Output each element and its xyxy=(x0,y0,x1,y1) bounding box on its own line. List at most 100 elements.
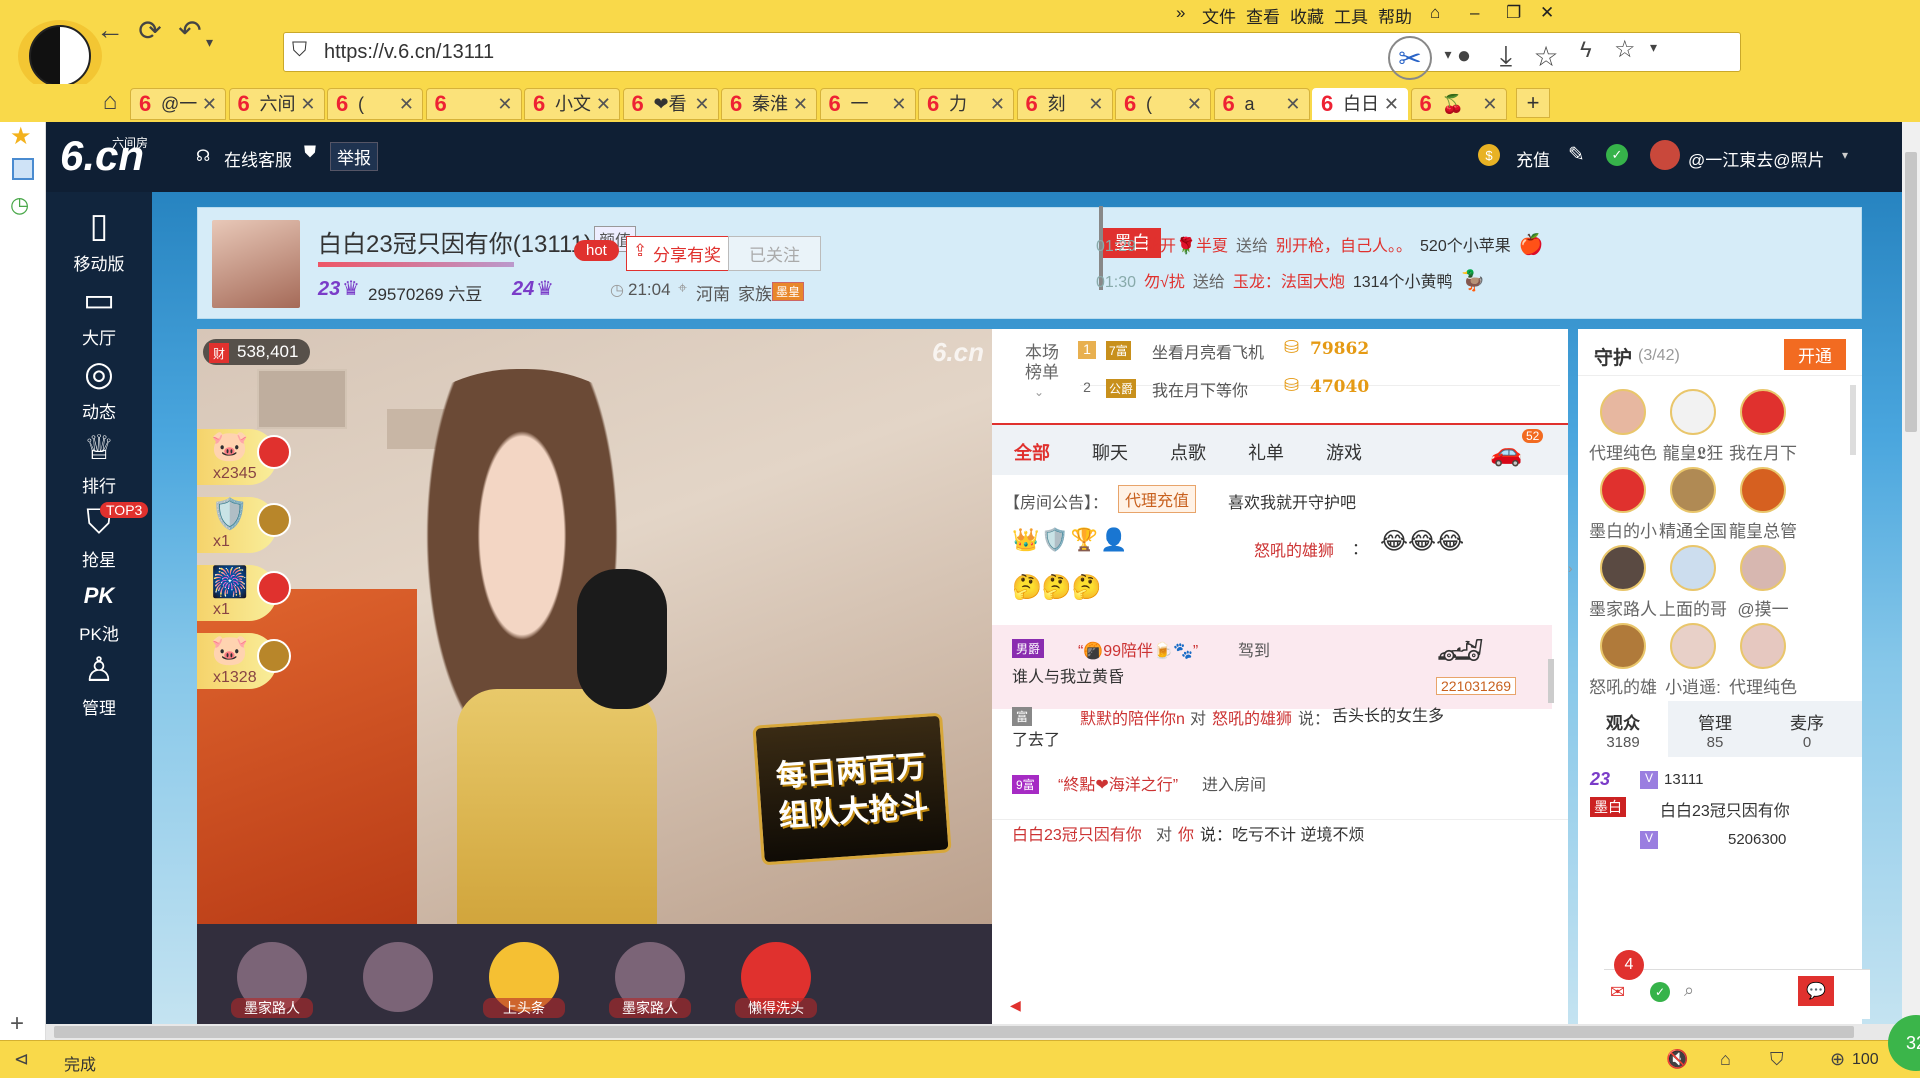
tab-close-icon[interactable]: ✕ xyxy=(1187,89,1202,119)
audience-tab[interactable]: 管理 85 xyxy=(1670,701,1760,757)
guard-avatar[interactable] xyxy=(1600,623,1646,669)
download-icon[interactable]: ⤓ xyxy=(1488,38,1524,74)
check-icon[interactable]: ✓ xyxy=(1650,982,1670,1002)
guard-scrollbar[interactable] xyxy=(1850,385,1856,455)
guard-avatar[interactable] xyxy=(1670,623,1716,669)
guard-avatar[interactable] xyxy=(1670,467,1716,513)
follow-button[interactable]: 已关注 xyxy=(728,236,821,271)
zoom-icon[interactable]: ⌕ xyxy=(1684,980,1694,1001)
tab-close-icon[interactable]: ✕ xyxy=(990,89,1005,119)
browser-tab[interactable]: 6 (✕ xyxy=(1115,88,1211,120)
gift-msg-to[interactable]: 别开枪，自己人。。 xyxy=(1276,238,1412,255)
guard-avatar[interactable] xyxy=(1600,389,1646,435)
zoom-plus-icon[interactable]: ⊕ xyxy=(1830,1049,1845,1070)
guard-avatar[interactable] xyxy=(1600,545,1646,591)
ranking-expand-icon[interactable]: ⌄ xyxy=(1034,385,1044,399)
add-sidebar-icon[interactable]: + xyxy=(10,1010,24,1038)
restore-icon[interactable]: ❐ xyxy=(1506,3,1521,23)
chat-scrollbar[interactable] xyxy=(1548,659,1554,703)
browser-tab[interactable]: 6 a ✕ xyxy=(1213,88,1310,120)
minimize-icon[interactable]: – xyxy=(1470,3,1479,23)
sidenav-item[interactable]: ▭ 大厅 xyxy=(46,280,152,349)
speaker-icon[interactable]: ◀ xyxy=(1010,997,1021,1014)
history-clock-icon[interactable]: ◷ xyxy=(10,192,29,218)
msg5-to[interactable]: 你 xyxy=(1178,821,1194,845)
tab-close-icon[interactable]: ✕ xyxy=(1384,89,1399,119)
chat-tab[interactable]: 游戏 xyxy=(1326,439,1362,465)
collapse-arrow-icon[interactable]: › xyxy=(1568,560,1578,584)
msg4-user[interactable]: “終點❤海洋之行” xyxy=(1058,771,1178,795)
close-window-icon[interactable]: ✕ xyxy=(1540,3,1554,23)
audience-tab[interactable]: 麦序 0 xyxy=(1762,701,1852,757)
guard-name[interactable]: 龍皇总管 xyxy=(1718,517,1808,542)
sidenav-item[interactable]: ♕ 排行 xyxy=(46,428,152,497)
notice-tag[interactable]: 代理充值 xyxy=(1118,485,1197,513)
guard-open-button[interactable]: 开通 xyxy=(1784,339,1846,370)
tab-close-icon[interactable]: ✕ xyxy=(793,89,808,119)
chat-tab[interactable]: 礼单 xyxy=(1248,439,1284,465)
star-icon[interactable]: ☆ xyxy=(1614,35,1636,64)
new-tab-button[interactable]: + xyxy=(1516,88,1550,118)
gift-msg-from[interactable]: 花开🌹半夏 xyxy=(1144,238,1228,255)
tab-close-icon[interactable]: ✕ xyxy=(1088,89,1103,119)
guard-name[interactable]: @摸一 xyxy=(1718,595,1808,620)
browser-tab[interactable]: 6 秦淮 ✕ xyxy=(721,88,817,120)
chat-tab[interactable]: 全部 xyxy=(1014,439,1050,465)
tablet-icon[interactable] xyxy=(12,158,34,180)
audience-tab[interactable]: 观众 3189 xyxy=(1578,701,1668,757)
browser-tab[interactable]: 6 六间 ✕ xyxy=(228,88,325,120)
tab-close-icon[interactable]: ✕ xyxy=(596,89,611,119)
enter-user[interactable]: “🍘99陪伴🍺🐾” xyxy=(1078,637,1198,661)
tab-close-icon[interactable]: ✕ xyxy=(1285,89,1300,119)
edit-icon[interactable]: ✎ xyxy=(1568,142,1585,167)
mute-icon[interactable]: 🔇 xyxy=(1666,1049,1688,1070)
network-icon[interactable]: ⌂ xyxy=(1720,1049,1731,1070)
sidenav-item[interactable]: ♙ 管理 xyxy=(46,650,152,719)
guard-name[interactable]: 代理纯色 xyxy=(1718,673,1808,698)
favorite-star-icon[interactable]: ☆ xyxy=(1528,38,1564,74)
sidebar-toggle-icon[interactable]: ⊲ xyxy=(14,1049,29,1070)
favorites-star-icon[interactable]: ★ xyxy=(10,122,32,151)
chat-tab[interactable]: 聊天 xyxy=(1092,439,1128,465)
hscroll-thumb[interactable] xyxy=(54,1026,1854,1038)
car-icon[interactable]: 🚗 xyxy=(1490,437,1522,468)
guard-avatar[interactable] xyxy=(1740,389,1786,435)
sidenav-item[interactable]: ▯ 移动版 xyxy=(46,206,152,275)
audience-name[interactable]: 白白23冠只因有你 xyxy=(1660,797,1790,821)
guard-avatar[interactable] xyxy=(1600,467,1646,513)
refresh-icon[interactable]: ⟳ xyxy=(132,12,168,48)
browser-tab[interactable]: 6 力 ✕ xyxy=(918,88,1014,120)
browser-tab[interactable]: 6 小文 ✕ xyxy=(524,88,620,120)
address-dropdown-icon[interactable]: ▾ xyxy=(1650,39,1657,56)
tab-close-icon[interactable]: ✕ xyxy=(497,89,512,119)
username-link[interactable]: @一江東去@照片 xyxy=(1688,146,1825,171)
ranking-label[interactable]: 本场榜单 xyxy=(1022,343,1062,383)
family-badge[interactable]: 墨皇 xyxy=(772,282,805,301)
screenshot-scissors-icon[interactable]: ✂ xyxy=(1388,36,1432,80)
recharge-link[interactable]: 充值 xyxy=(1516,146,1550,171)
tab-close-icon[interactable]: ✕ xyxy=(300,89,315,119)
tab-close-icon[interactable]: ✕ xyxy=(891,89,906,119)
guard-avatar[interactable] xyxy=(1740,545,1786,591)
video-player[interactable]: 财 538,401 6.cn 🐷 x2345 🛡️ x1 🎆 x1 🐷 x1328 每日两百万 … xyxy=(197,329,992,924)
undo-icon[interactable]: ↶ xyxy=(172,12,208,48)
rank-name[interactable]: 坐看月亮看飞机 xyxy=(1152,339,1264,363)
gift-sender-avatar[interactable] xyxy=(257,435,291,469)
gift-sender-avatar[interactable] xyxy=(257,571,291,605)
mail-icon[interactable]: ✉ xyxy=(1610,982,1625,1003)
gift-sender-avatar[interactable] xyxy=(257,639,291,673)
browser-tab[interactable]: 6 @一 ✕ xyxy=(130,88,226,120)
guard-avatar[interactable] xyxy=(1740,467,1786,513)
undo-dropdown-icon[interactable]: ▾ xyxy=(206,34,213,51)
chat-tab[interactable]: 点歌 xyxy=(1170,439,1206,465)
share-button[interactable]: ⇪ 分享有奖 xyxy=(626,236,732,271)
lightning-icon[interactable]: ϟ xyxy=(1580,37,1592,63)
browser-tab[interactable]: 6 🍒 ✕ xyxy=(1410,88,1507,120)
tab-close-icon[interactable]: ✕ xyxy=(694,89,709,119)
browser-tab[interactable]: 6 ✕ xyxy=(425,88,522,120)
browser-tab[interactable]: 6 白日 ✕ xyxy=(1312,88,1408,120)
promo-banner[interactable]: 每日两百万 组队大抢斗 xyxy=(752,712,952,866)
sidenav-item[interactable]: ◎ 动态 xyxy=(46,354,152,423)
msg1-user[interactable]: 怒吼的雄狮 xyxy=(1254,537,1334,561)
browser-tab[interactable]: 6 ❤看 ✕ xyxy=(622,88,719,120)
